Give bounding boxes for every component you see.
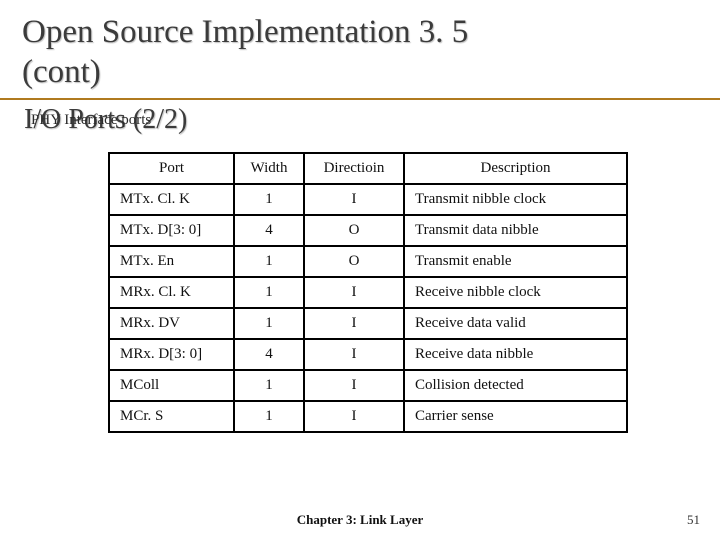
page-number: 51 [687,512,700,528]
th-direction: Directioin [304,153,404,184]
th-description: Description [404,153,627,184]
title-rule [0,98,720,100]
cell-dir: I [304,370,404,401]
cell-width: 1 [234,370,304,401]
phy-interface-label: PHY Interface ports [31,112,151,129]
cell-port: MColl [109,370,234,401]
cell-width: 1 [234,401,304,432]
ports-table: Port Width Directioin Description MTx. C… [108,152,628,433]
cell-port: MTx. Cl. K [109,184,234,215]
cell-desc: Transmit enable [404,246,627,277]
subheading-group: I/O Ports (2/2) PHY Interface ports [24,104,187,136]
cell-desc: Transmit nibble clock [404,184,627,215]
table-header-row: Port Width Directioin Description [109,153,627,184]
cell-port: MTx. En [109,246,234,277]
slide-title-line2: (cont) [22,54,698,92]
cell-width: 1 [234,277,304,308]
cell-width: 1 [234,308,304,339]
cell-width: 1 [234,246,304,277]
cell-desc: Receive data valid [404,308,627,339]
table-row: MTx. Cl. K 1 I Transmit nibble clock [109,184,627,215]
th-port: Port [109,153,234,184]
table-row: MColl 1 I Collision detected [109,370,627,401]
cell-desc: Receive nibble clock [404,277,627,308]
cell-port: MRx. Cl. K [109,277,234,308]
cell-width: 4 [234,215,304,246]
table-row: MRx. DV 1 I Receive data valid [109,308,627,339]
cell-port: MRx. D[3: 0] [109,339,234,370]
cell-dir: I [304,401,404,432]
table-row: MRx. Cl. K 1 I Receive nibble clock [109,277,627,308]
cell-dir: I [304,184,404,215]
table-row: MRx. D[3: 0] 4 I Receive data nibble [109,339,627,370]
footer-chapter: Chapter 3: Link Layer [0,512,720,528]
cell-dir: O [304,246,404,277]
slide-title-line1: Open Source Implementation 3. 5 [22,14,698,52]
cell-desc: Collision detected [404,370,627,401]
cell-width: 4 [234,339,304,370]
table-row: MCr. S 1 I Carrier sense [109,401,627,432]
cell-dir: O [304,215,404,246]
table-row: MTx. En 1 O Transmit enable [109,246,627,277]
cell-dir: I [304,339,404,370]
cell-dir: I [304,277,404,308]
table-row: MTx. D[3: 0] 4 O Transmit data nibble [109,215,627,246]
cell-width: 1 [234,184,304,215]
cell-desc: Receive data nibble [404,339,627,370]
cell-port: MTx. D[3: 0] [109,215,234,246]
cell-port: MRx. DV [109,308,234,339]
cell-port: MCr. S [109,401,234,432]
cell-desc: Transmit data nibble [404,215,627,246]
cell-dir: I [304,308,404,339]
th-width: Width [234,153,304,184]
cell-desc: Carrier sense [404,401,627,432]
slide: Open Source Implementation 3. 5 (cont) I… [0,0,720,540]
